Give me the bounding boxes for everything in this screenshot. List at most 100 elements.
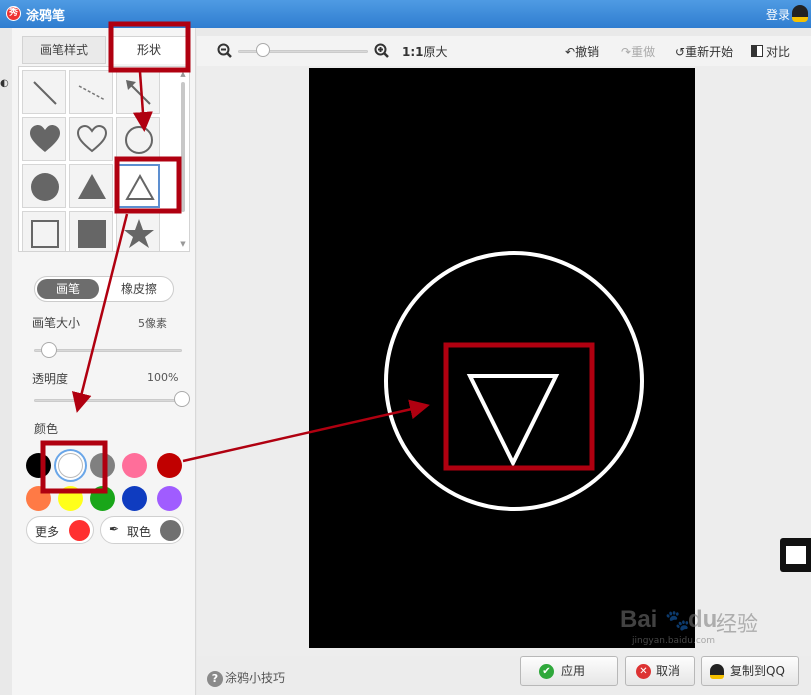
restart-button[interactable]: ↺重新开始 <box>675 43 733 60</box>
watermark-brand: Bai <box>620 606 658 633</box>
shape-heart-outline[interactable] <box>69 117 113 161</box>
side-panel-icon[interactable] <box>780 538 811 572</box>
tab-shape[interactable]: 形状 <box>110 36 188 64</box>
circle-filled-icon <box>31 173 59 201</box>
window-title: 涂鸦笔 <box>26 9 66 24</box>
original-size-label: 原大 <box>423 45 448 59</box>
circle-outline-icon <box>125 126 153 154</box>
apply-button[interactable]: ✔ 应用 <box>520 656 618 686</box>
heart-outline-icon <box>76 124 108 153</box>
color-swatch[interactable] <box>58 453 83 478</box>
shape-square-filled[interactable] <box>69 211 113 251</box>
color-swatch[interactable] <box>58 486 83 511</box>
shape-triangle-filled[interactable] <box>69 164 113 208</box>
shape-line[interactable] <box>22 70 66 114</box>
tips-link[interactable]: ? 涂鸦小技巧 <box>207 669 285 687</box>
opacity-slider[interactable] <box>34 399 182 402</box>
toolbar: 1:1原大 ↶撤销 ↷重做 ↺重新开始 对比 <box>197 36 811 66</box>
line-icon <box>33 81 57 105</box>
color-swatch[interactable] <box>122 453 147 478</box>
shape-circle-filled[interactable] <box>22 164 66 208</box>
color-swatch[interactable] <box>157 453 182 478</box>
color-swatch[interactable] <box>26 486 51 511</box>
copy-to-qq-button[interactable]: 复制到QQ <box>701 656 799 686</box>
more-color-dot <box>69 520 90 541</box>
original-size-button[interactable]: 1:1原大 <box>402 43 448 60</box>
eyedropper-icon: ✒ <box>109 522 120 536</box>
left-panel: 画笔样式 形状 ▲ ▼ 画笔 橡皮擦 画笔大小 5像素 透明度 100% 颜色 … <box>12 28 196 695</box>
redo-icon: ↷ <box>621 45 632 59</box>
shape-star-filled[interactable] <box>116 211 160 251</box>
scroll-thumb[interactable] <box>181 82 185 212</box>
drawn-triangle <box>466 374 560 468</box>
brush-size-value: 5像素 <box>138 317 167 330</box>
shape-circle-outline[interactable] <box>116 117 160 161</box>
more-colors-button[interactable]: 更多 <box>26 516 94 544</box>
triangle-outline-icon <box>125 173 155 200</box>
scroll-up-icon[interactable]: ▲ <box>179 70 187 78</box>
cancel-icon: ✕ <box>636 664 651 679</box>
zoom-slider-knob[interactable] <box>255 43 270 57</box>
cancel-button[interactable]: ✕ 取消 <box>625 656 695 686</box>
arrow-icon <box>126 80 151 105</box>
apply-label: 应用 <box>561 664 586 678</box>
side-edge-icon: ◐ <box>0 78 9 89</box>
color-picker-label: 取色 <box>127 525 152 539</box>
square-filled-icon <box>78 220 106 248</box>
watermark-suffix: 经验 <box>716 612 758 636</box>
heart-filled-icon <box>30 125 60 152</box>
color-picker-button[interactable]: ✒ 取色 <box>100 516 184 544</box>
qq-avatar-icon[interactable] <box>792 5 808 22</box>
shape-grid: ▲ ▼ <box>18 66 190 252</box>
color-swatch[interactable] <box>90 486 115 511</box>
color-swatch[interactable] <box>26 453 51 478</box>
zoom-in-icon[interactable] <box>374 43 390 59</box>
drawn-circle <box>384 251 644 511</box>
title-bar: 秀 涂鸦笔 登录 <box>0 0 811 28</box>
redo-label: 重做 <box>631 45 656 59</box>
undo-icon: ↶ <box>565 45 576 59</box>
zoom-ratio: 1:1 <box>402 45 424 59</box>
scroll-down-icon[interactable]: ▼ <box>179 240 187 248</box>
shape-scrollbar[interactable]: ▲ ▼ <box>179 70 187 248</box>
restart-label: 重新开始 <box>685 45 734 59</box>
redo-button[interactable]: ↷重做 <box>621 43 655 60</box>
opacity-value: 100% <box>147 371 179 384</box>
cancel-label: 取消 <box>656 664 681 678</box>
login-link[interactable]: 登录 <box>766 6 790 23</box>
qq-icon <box>710 664 724 679</box>
watermark-url: jingyan.baidu.com <box>632 636 716 646</box>
opacity-slider-knob[interactable] <box>174 391 190 407</box>
watermark-brand2: du <box>688 606 718 633</box>
color-swatch[interactable] <box>122 486 147 511</box>
tips-label: 涂鸦小技巧 <box>225 671 286 685</box>
shape-dashed-line[interactable] <box>69 70 113 114</box>
brush-size-slider-knob[interactable] <box>41 342 57 358</box>
opacity-label: 透明度 <box>32 372 69 386</box>
drawing-canvas[interactable] <box>309 68 695 648</box>
square-outline-icon <box>31 220 59 248</box>
shape-heart-filled[interactable] <box>22 117 66 161</box>
bottom-bar: ? 涂鸦小技巧 ✔ 应用 ✕ 取消 复制到QQ <box>197 656 811 695</box>
color-label: 颜色 <box>34 422 59 436</box>
star-filled-icon <box>124 219 154 248</box>
tab-brush-style[interactable]: 画笔样式 <box>22 36 106 64</box>
color-swatch[interactable] <box>157 486 182 511</box>
pen-mode-button[interactable]: 画笔 <box>37 279 99 299</box>
shape-square-outline[interactable] <box>22 211 66 251</box>
compare-label: 对比 <box>766 45 791 59</box>
app-logo-icon: 秀 <box>6 6 21 21</box>
color-swatch[interactable] <box>90 453 115 478</box>
undo-button[interactable]: ↶撤销 <box>565 43 599 60</box>
restart-icon: ↺ <box>675 45 686 59</box>
canvas-drawing <box>384 251 644 511</box>
copy-to-qq-label: 复制到QQ <box>730 664 785 678</box>
zoom-out-icon[interactable] <box>217 43 233 59</box>
eraser-mode-button[interactable]: 橡皮擦 <box>105 279 173 299</box>
picked-color-dot <box>160 520 181 541</box>
shape-triangle-outline[interactable] <box>116 164 160 208</box>
compare-button[interactable]: 对比 <box>751 43 790 60</box>
shape-arrow[interactable] <box>116 70 160 114</box>
triangle-filled-icon <box>78 174 106 199</box>
undo-label: 撤销 <box>575 45 600 59</box>
